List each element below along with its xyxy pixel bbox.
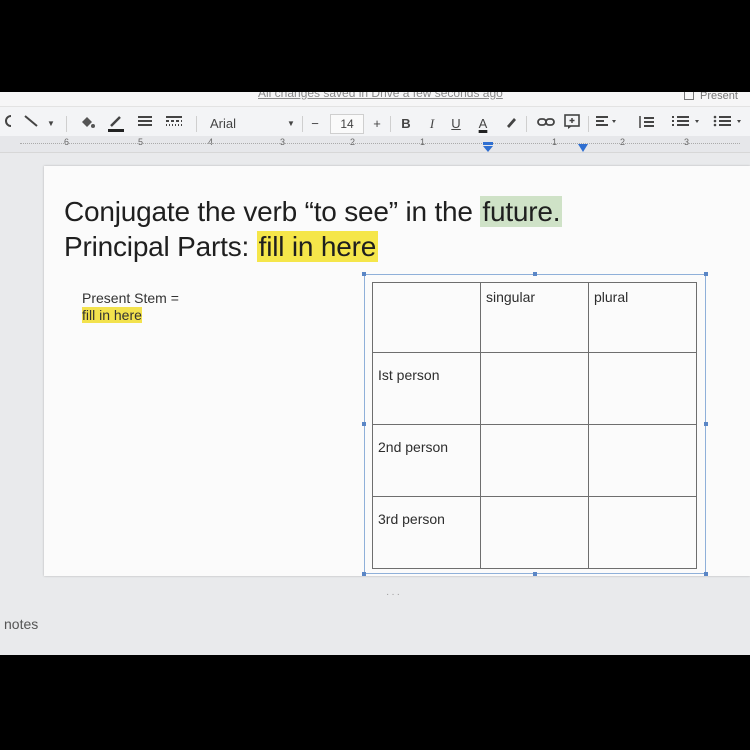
present-stem-fill: fill in here	[82, 307, 142, 323]
subtitle-text: Principal Parts:	[64, 231, 257, 262]
font-size-increase-button[interactable]: +	[370, 114, 384, 134]
font-size-input[interactable]: 14	[330, 114, 364, 134]
row-label-2nd-person[interactable]: 2nd person	[372, 424, 481, 497]
numbered-list-icon[interactable]	[670, 114, 704, 134]
italic-button[interactable]: I	[424, 114, 440, 134]
row-label-1st-person[interactable]: Ist person	[372, 352, 481, 425]
table-cell[interactable]	[372, 282, 481, 353]
border-dash-icon[interactable]	[164, 114, 184, 134]
conjugation-table[interactable]: singular plural Ist person 2nd person 3r…	[372, 282, 697, 569]
highlight-color-icon[interactable]	[502, 114, 520, 134]
principal-parts-fill: fill in here	[256, 231, 379, 262]
table-cell[interactable]	[480, 424, 589, 497]
undo-icon[interactable]	[0, 114, 14, 134]
present-stem-label: Present Stem =	[82, 290, 179, 306]
title-highlight-future: future.	[480, 196, 563, 227]
table-cell[interactable]	[588, 496, 697, 569]
notes-resize-grip[interactable]: ···	[386, 589, 402, 600]
font-size-decrease-button[interactable]: −	[308, 114, 322, 134]
speaker-notes-placeholder[interactable]: notes	[4, 616, 38, 632]
line-tool-icon[interactable]	[22, 114, 44, 134]
ruler-label: 5	[138, 137, 144, 147]
slide-canvas[interactable]: Conjugate the verb “to see” in the futur…	[44, 166, 750, 576]
bulleted-list-icon[interactable]	[712, 114, 746, 134]
table-cell[interactable]	[480, 496, 589, 569]
chevron-down-icon[interactable]: ▼	[46, 114, 56, 134]
resize-handle[interactable]	[362, 422, 366, 426]
ruler-label: 4	[208, 137, 214, 147]
horizontal-ruler[interactable]: 6 5 4 3 2 1 1 2 3	[0, 136, 750, 153]
toolbar: All changes saved in Drive a few seconds…	[0, 92, 750, 153]
speaker-notes-area[interactable]	[0, 588, 750, 655]
toolbar-divider	[196, 116, 197, 132]
border-weight-icon[interactable]	[136, 114, 154, 134]
table-row: 2nd person	[372, 424, 697, 497]
resize-handle[interactable]	[704, 272, 708, 276]
resize-handle[interactable]	[533, 572, 537, 576]
underline-button[interactable]: U	[448, 114, 464, 134]
line-spacing-icon[interactable]	[636, 114, 656, 134]
table-row: 3rd person	[372, 496, 697, 569]
slide-title[interactable]: Conjugate the verb “to see” in the futur…	[64, 194, 563, 264]
app-screen: All changes saved in Drive a few seconds…	[0, 92, 750, 655]
resize-handle[interactable]	[533, 272, 537, 276]
border-color-icon[interactable]	[106, 114, 126, 134]
toolbar-divider	[302, 116, 303, 132]
resize-handle[interactable]	[362, 272, 366, 276]
align-left-icon[interactable]	[594, 114, 620, 134]
ruler-label: 3	[684, 137, 690, 147]
right-indent-marker-icon[interactable]	[578, 144, 588, 152]
present-button[interactable]: Present	[684, 92, 750, 104]
ruler-label: 1	[552, 137, 558, 147]
ruler-label: 6	[64, 137, 70, 147]
present-label: Present	[700, 92, 738, 102]
ruler-label: 1	[420, 137, 426, 147]
table-cell[interactable]	[588, 352, 697, 425]
column-header-plural[interactable]: plural	[588, 282, 697, 353]
indent-marker-icon[interactable]	[482, 142, 494, 152]
ruler-label: 2	[350, 137, 356, 147]
toolbar-divider	[66, 116, 67, 132]
table-cell[interactable]	[480, 352, 589, 425]
chevron-down-icon[interactable]: ▼	[286, 114, 296, 134]
comment-icon[interactable]	[562, 114, 582, 134]
table-row: Ist person	[372, 352, 697, 425]
present-stem-textbox[interactable]: Present Stem = fill in here	[82, 290, 179, 324]
saved-status[interactable]: All changes saved in Drive a few seconds…	[258, 92, 503, 100]
ruler-label: 3	[280, 137, 286, 147]
toolbar-divider	[390, 116, 391, 132]
resize-handle[interactable]	[704, 422, 708, 426]
row-label-3rd-person[interactable]: 3rd person	[372, 496, 481, 569]
ruler-ticks	[20, 143, 740, 145]
toolbar-divider	[588, 116, 589, 132]
ruler-label: 2	[620, 137, 626, 147]
table-cell[interactable]	[588, 424, 697, 497]
font-family-select[interactable]: Arial	[210, 114, 280, 134]
resize-handle[interactable]	[362, 572, 366, 576]
present-icon	[684, 92, 694, 100]
table-row: singular plural	[372, 282, 697, 353]
resize-handle[interactable]	[704, 572, 708, 576]
title-text: Conjugate the verb “to see” in the	[64, 196, 481, 227]
text-color-button[interactable]: A	[474, 114, 492, 134]
fill-color-icon[interactable]	[78, 114, 96, 134]
bold-button[interactable]: B	[398, 114, 414, 134]
column-header-singular[interactable]: singular	[480, 282, 589, 353]
link-icon[interactable]	[536, 114, 556, 134]
toolbar-divider	[526, 116, 527, 132]
